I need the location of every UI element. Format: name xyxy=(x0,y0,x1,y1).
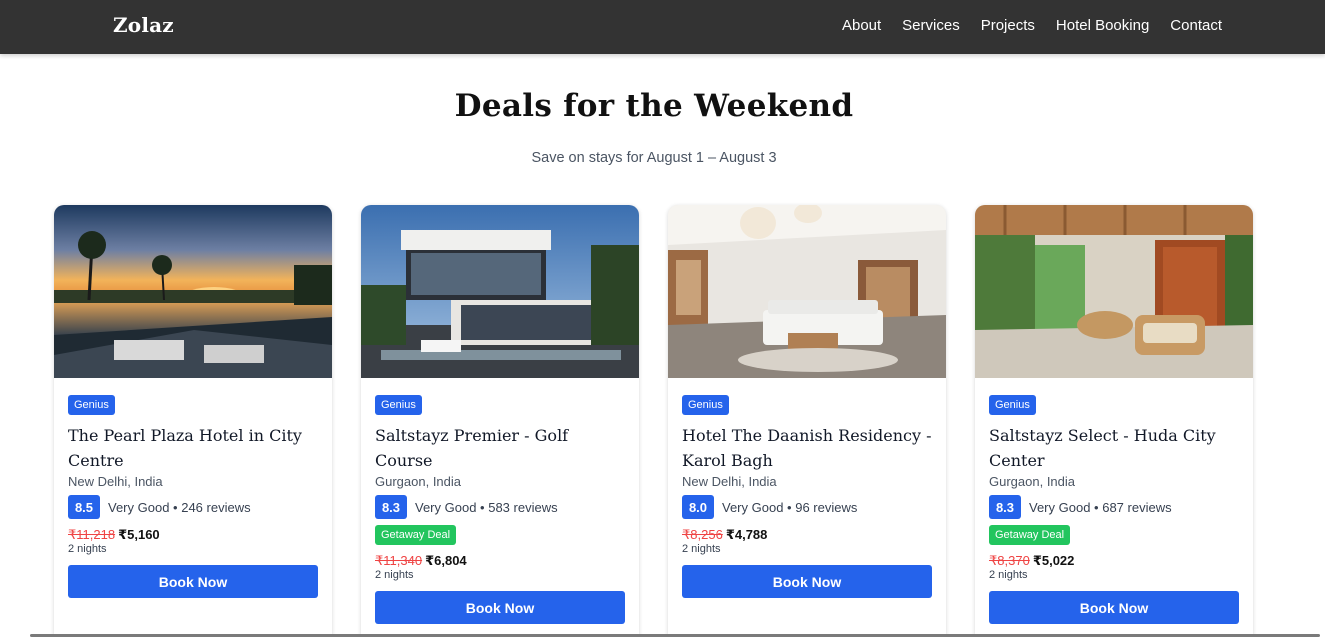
deal-price: ₹4,788 xyxy=(725,527,768,542)
rating-row: 8.3 Very Good • 583 reviews xyxy=(375,495,625,519)
rating-label: Very Good xyxy=(1029,499,1091,515)
hotel-location: New Delhi, India xyxy=(682,474,777,489)
nav-link-hotel-booking[interactable]: Hotel Booking xyxy=(1056,17,1149,34)
review-score: 8.3 xyxy=(989,495,1021,519)
review-count: 96 reviews xyxy=(795,499,858,515)
card-body: Genius The Pearl Plaza Hotel in City Cen… xyxy=(68,395,318,598)
rating-summary: Very Good • 583 reviews xyxy=(415,499,558,515)
hotel-card[interactable]: Genius Saltstayz Select - Huda City Cent… xyxy=(975,205,1253,637)
section-subtitle: Save on stays for August 1 – August 3 xyxy=(531,150,777,166)
brand-logo[interactable]: Zolaz xyxy=(113,13,174,37)
rating-row: 8.3 Very Good • 687 reviews xyxy=(989,495,1239,519)
hotel-card[interactable]: Genius Hotel The Daanish Residency - Kar… xyxy=(668,205,946,637)
genius-badge: Genius xyxy=(682,395,729,415)
deal-price: ₹6,804 xyxy=(425,553,467,568)
living-room-photo xyxy=(668,205,946,378)
stay-nights: 2 nights xyxy=(989,569,1028,581)
hotel-card[interactable]: Genius The Pearl Plaza Hotel in City Cen… xyxy=(54,205,332,637)
genius-badge: Genius xyxy=(68,395,115,415)
price-row: ₹8,370 ₹5,022 xyxy=(989,553,1239,568)
review-score: 8.5 xyxy=(68,495,100,519)
card-body: Genius Saltstayz Select - Huda City Cent… xyxy=(989,395,1239,624)
rating-label: Very Good xyxy=(722,499,784,515)
rating-row: 8.5 Very Good • 246 reviews xyxy=(68,495,318,519)
stay-nights: 2 nights xyxy=(68,543,107,555)
getaway-deal-badge: Getaway Deal xyxy=(989,525,1071,545)
stay-nights: 2 nights xyxy=(375,569,414,581)
review-score: 8.3 xyxy=(375,495,407,519)
book-now-button[interactable]: Book Now xyxy=(682,565,932,598)
hotel-name[interactable]: Saltstayz Select - Huda City Center xyxy=(989,423,1239,473)
book-now-button[interactable]: Book Now xyxy=(989,591,1239,624)
book-now-button[interactable]: Book Now xyxy=(375,591,625,624)
rating-label: Very Good xyxy=(108,499,170,515)
genius-badge: Genius xyxy=(989,395,1036,415)
stay-nights: 2 nights xyxy=(682,543,721,555)
rating-summary: Very Good • 96 reviews xyxy=(722,499,858,515)
genius-badge: Genius xyxy=(375,395,422,415)
original-price: ₹11,218 xyxy=(68,527,116,542)
modern-villa-photo xyxy=(361,205,639,378)
rating-row: 8.0 Very Good • 96 reviews xyxy=(682,495,932,519)
book-now-button[interactable]: Book Now xyxy=(68,565,318,598)
navbar: Zolaz About Services Projects Hotel Book… xyxy=(0,0,1325,54)
price-row: ₹11,340 ₹6,804 xyxy=(375,553,625,568)
getaway-deal-badge: Getaway Deal xyxy=(375,525,457,545)
original-price: ₹8,370 xyxy=(989,553,1030,568)
review-count: 583 reviews xyxy=(488,499,558,515)
rating-summary: Very Good • 687 reviews xyxy=(1029,499,1172,515)
card-body: Genius Hotel The Daanish Residency - Kar… xyxy=(682,395,932,598)
hotel-location: New Delhi, India xyxy=(68,474,163,489)
original-price: ₹8,256 xyxy=(682,527,723,542)
original-price: ₹11,340 xyxy=(375,553,423,568)
deal-price: ₹5,160 xyxy=(118,527,160,542)
rating-label: Very Good xyxy=(415,499,477,515)
section-title: Deals for the Weekend xyxy=(454,88,854,124)
hotel-name[interactable]: Hotel The Daanish Residency - Karol Bagh xyxy=(682,423,932,473)
hotel-location: Gurgaon, India xyxy=(989,474,1076,489)
review-count: 246 reviews xyxy=(181,499,251,515)
sunset-pool-photo xyxy=(54,205,332,378)
price-row: ₹11,218 ₹5,160 xyxy=(68,527,318,542)
review-score: 8.0 xyxy=(682,495,714,519)
price-row: ₹8,256 ₹4,788 xyxy=(682,527,932,542)
nav-links: About Services Projects Hotel Booking Co… xyxy=(842,17,1222,34)
nav-link-contact[interactable]: Contact xyxy=(1170,17,1222,34)
review-count: 687 reviews xyxy=(1102,499,1172,515)
rating-summary: Very Good • 246 reviews xyxy=(108,499,251,515)
nav-link-services[interactable]: Services xyxy=(902,17,960,34)
hotel-location: Gurgaon, India xyxy=(375,474,462,489)
hotel-name[interactable]: The Pearl Plaza Hotel in City Centre xyxy=(68,423,318,473)
card-body: Genius Saltstayz Premier - Golf Course G… xyxy=(375,395,625,624)
nav-link-about[interactable]: About xyxy=(842,17,881,34)
deal-price: ₹5,022 xyxy=(1032,553,1075,568)
hotel-name[interactable]: Saltstayz Premier - Golf Course xyxy=(375,423,625,473)
nav-link-projects[interactable]: Projects xyxy=(981,17,1035,34)
patio-wicker-photo xyxy=(975,205,1253,378)
hotel-card[interactable]: Genius Saltstayz Premier - Golf Course G… xyxy=(361,205,639,637)
